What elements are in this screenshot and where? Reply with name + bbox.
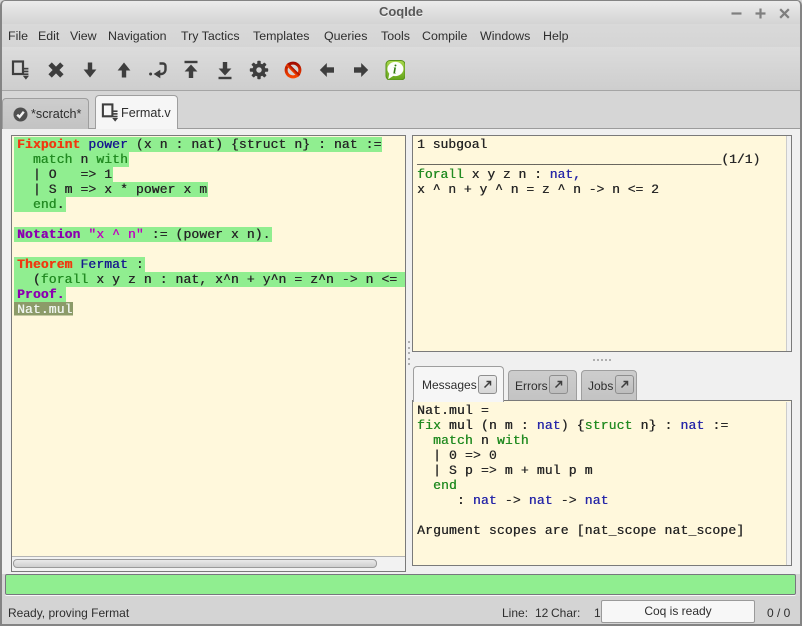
svg-text:i: i xyxy=(393,63,397,77)
